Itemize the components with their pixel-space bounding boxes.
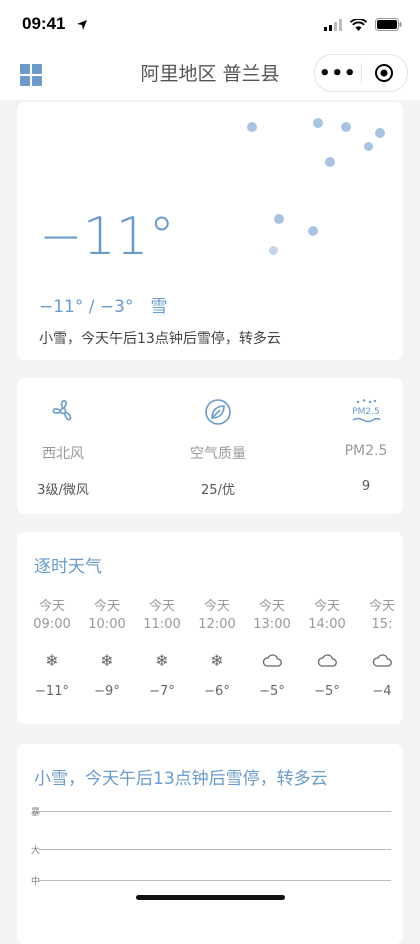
snow-particle xyxy=(313,118,323,128)
battery-icon xyxy=(375,16,402,35)
status-time: 09:41 xyxy=(22,14,66,33)
hour-day: 今天 xyxy=(368,599,395,614)
hourly-item: 今天 14:00 −5° xyxy=(300,598,354,699)
hour-temp: −9° xyxy=(94,684,120,699)
grid-line xyxy=(39,811,391,812)
fan-icon xyxy=(3,398,123,426)
close-target-button[interactable] xyxy=(362,63,408,83)
hourly-weather-card: 逐时天气 今天 09:00 ❄ −11° 今天 10:00 ❄ −9° 今天 11:00 ❄ −7° 今… xyxy=(17,532,403,724)
pm25-icon: PM2.5 xyxy=(306,398,420,426)
snow-particle xyxy=(325,157,335,167)
hour-day: 今天 xyxy=(93,599,120,614)
hour-temp: −5° xyxy=(314,684,340,699)
metric-label: 西北风 xyxy=(42,446,84,462)
metric-value: 9 xyxy=(361,479,371,494)
hour-day: 今天 xyxy=(313,599,340,614)
snowflake-icon: ❄ xyxy=(45,650,59,670)
forecast-card: 小雪，今天午后13点钟后雪停，转多云 暴 大 中 xyxy=(17,744,403,944)
hourly-item: 今天 10:00 ❄ −9° xyxy=(80,598,134,699)
hour-day: 今天 xyxy=(203,599,230,614)
leaf-icon xyxy=(158,398,278,426)
hourly-item: 今天 12:00 ❄ −6° xyxy=(190,598,244,699)
weather-description: 小雪，今天午后13点钟后雪停，转多云 xyxy=(39,331,281,347)
home-indicator xyxy=(136,895,285,900)
grid-line xyxy=(39,880,391,881)
metrics-card: 西北风 3级/微风 空气质量 25/优 PM2.5 PM2.5 9 xyxy=(17,378,403,514)
hour-time: 14:00 xyxy=(308,617,346,632)
hour-temp: −5° xyxy=(259,684,285,699)
location-arrow-icon xyxy=(76,16,88,35)
hourly-item: 今天 09:00 ❄ −11° xyxy=(25,598,79,699)
status-bar: 09:41 xyxy=(0,0,420,44)
hour-time: 11:00 xyxy=(143,617,181,632)
nav-bar: 阿里地区 普兰县 ••• xyxy=(0,44,420,100)
status-icons xyxy=(324,16,402,35)
cloud-icon xyxy=(355,650,403,670)
forecast-title: 小雪，今天午后13点钟后雪停，转多云 xyxy=(34,769,328,789)
current-temperature: −11° xyxy=(39,207,175,267)
hour-temp: −11° xyxy=(35,684,69,699)
snow-particle xyxy=(274,214,284,224)
hour-day: 今天 xyxy=(38,599,65,614)
pm25-icon-text: PM2.5 xyxy=(352,407,380,417)
temperature-range: −11° / −3° 雪 xyxy=(39,297,168,317)
snowflake-icon: ❄ xyxy=(155,650,169,670)
snow-particle xyxy=(364,142,373,151)
snowflake-icon: ❄ xyxy=(210,650,224,670)
hourly-title: 逐时天气 xyxy=(34,557,102,577)
snow-particle xyxy=(308,226,318,236)
metric-label: PM2.5 xyxy=(344,443,388,459)
hour-time: 12:00 xyxy=(198,617,236,632)
cloud-icon xyxy=(245,650,299,670)
hourly-item: 今天 11:00 ❄ −7° xyxy=(135,598,189,699)
hourly-item: 今天 15: −4 xyxy=(355,598,403,699)
signal-icon xyxy=(324,16,342,35)
hour-time: 10:00 xyxy=(88,617,126,632)
hourly-item: 今天 13:00 −5° xyxy=(245,598,299,699)
mini-program-capsule: ••• xyxy=(314,54,408,92)
hour-day: 今天 xyxy=(148,599,175,614)
snowflake-icon: ❄ xyxy=(100,650,114,670)
snow-particle xyxy=(269,246,278,255)
snow-particle xyxy=(341,122,351,132)
hour-time: 15: xyxy=(371,617,393,632)
wifi-icon xyxy=(349,16,368,35)
snow-particle xyxy=(375,128,385,138)
cloud-icon xyxy=(300,650,354,670)
hour-temp: −7° xyxy=(149,684,175,699)
snow-particle xyxy=(247,122,257,132)
more-options-button[interactable]: ••• xyxy=(315,63,361,84)
hour-time: 13:00 xyxy=(253,617,291,632)
target-icon xyxy=(375,64,394,82)
hour-temp: −6° xyxy=(204,684,230,699)
current-weather-card: −11° −11° / −3° 雪 小雪，今天午后13点钟后雪停，转多云 xyxy=(17,102,403,360)
metric-value: 25/优 xyxy=(201,483,235,498)
metric-label: 空气质量 xyxy=(190,446,246,462)
metric-value: 3级/微风 xyxy=(37,483,89,498)
hour-temp: −4 xyxy=(372,684,392,699)
hour-time: 09:00 xyxy=(33,617,71,632)
hour-day: 今天 xyxy=(258,599,285,614)
grid-line xyxy=(39,849,391,850)
